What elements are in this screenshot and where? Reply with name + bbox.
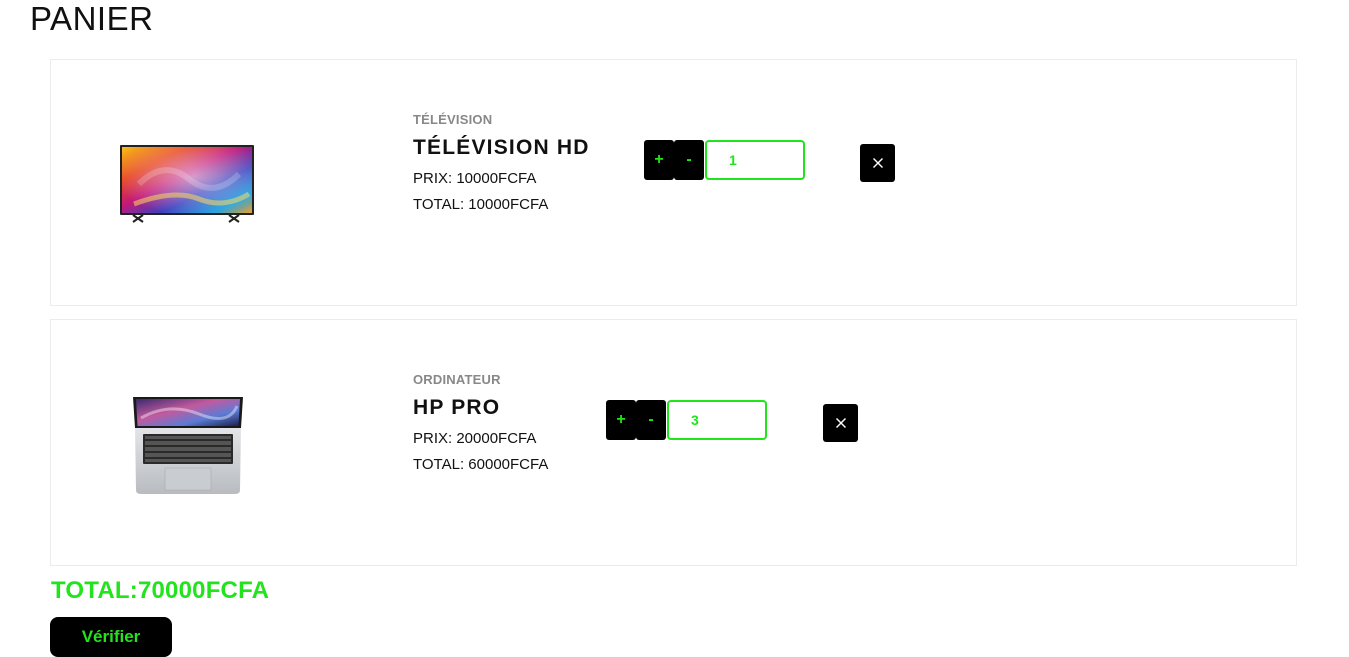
- close-icon: [835, 418, 846, 428]
- cart-item-television: TÉLÉVISION TÉLÉVISION HD PRIX: 10000FCFA…: [50, 59, 1297, 306]
- product-price: PRIX: 10000FCFA: [413, 170, 537, 187]
- cart-item-laptop: ORDINATEUR HP PRO PRIX: 20000FCFA TOTAL:…: [50, 319, 1297, 566]
- increment-button[interactable]: +: [644, 140, 674, 180]
- product-name: TÉLÉVISION HD: [413, 136, 590, 159]
- product-total: TOTAL: 10000FCFA: [413, 196, 549, 213]
- product-name: HP PRO: [413, 396, 501, 419]
- cart-grand-total: TOTAL:70000FCFA: [51, 577, 270, 604]
- quantity-stepper: + -: [606, 400, 767, 440]
- close-icon: [872, 158, 883, 168]
- quantity-input[interactable]: [705, 140, 805, 180]
- remove-item-button[interactable]: [860, 144, 895, 182]
- page-title: PANIER: [30, 0, 154, 37]
- increment-button[interactable]: +: [606, 400, 636, 440]
- product-price: PRIX: 20000FCFA: [413, 430, 537, 447]
- television-image: [119, 144, 255, 224]
- remove-item-button[interactable]: [823, 404, 858, 442]
- product-total: TOTAL: 60000FCFA: [413, 456, 549, 473]
- quantity-stepper: + -: [644, 140, 805, 180]
- laptop-image: [129, 394, 247, 496]
- product-category: TÉLÉVISION: [413, 112, 493, 127]
- decrement-button[interactable]: -: [636, 400, 666, 440]
- decrement-button[interactable]: -: [674, 140, 704, 180]
- product-info: ORDINATEUR HP PRO PRIX: 20000FCFA TOTAL:…: [413, 372, 548, 473]
- product-info: TÉLÉVISION TÉLÉVISION HD PRIX: 10000FCFA…: [413, 112, 590, 213]
- product-category: ORDINATEUR: [413, 372, 501, 387]
- verify-button[interactable]: Vérifier: [50, 617, 172, 657]
- quantity-input[interactable]: [667, 400, 767, 440]
